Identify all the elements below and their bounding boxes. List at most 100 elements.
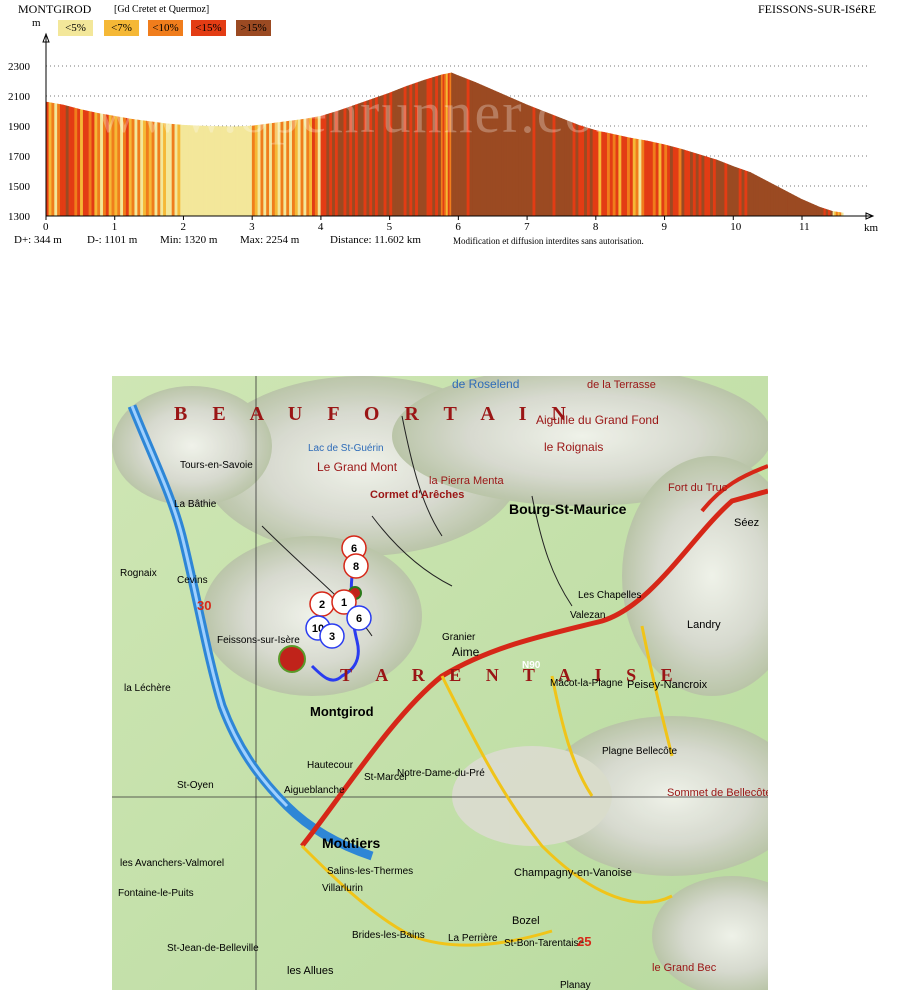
km-marker-label: 6: [356, 613, 362, 625]
map-place-label: Moûtiers: [322, 835, 381, 851]
y-tick-label: 2300: [8, 61, 31, 73]
profile-slice: [781, 188, 786, 217]
profile-slice: [721, 161, 725, 217]
km-marker-label: 1: [341, 597, 347, 609]
profile-slice: [647, 140, 651, 217]
map-place-label: Fontaine-le-Puits: [118, 888, 194, 899]
profile-slice: [612, 133, 617, 217]
profile-slice: [767, 181, 771, 217]
profile-slice: [644, 140, 648, 217]
profile-slice: [804, 200, 809, 217]
profile-slice: [621, 135, 625, 217]
x-tick-label: 11: [799, 221, 810, 233]
profile-slice: [821, 207, 825, 217]
map-place-label: Montgirod: [310, 704, 374, 719]
stat-distance: Distance: 11.602 km: [330, 234, 421, 246]
profile-slice: [80, 109, 84, 217]
profile-slice: [675, 147, 680, 217]
profile-slice: [695, 153, 700, 217]
profile-slice: [747, 171, 751, 217]
profile-slice: [71, 106, 75, 217]
x-tick-label: 7: [524, 221, 530, 233]
map-place-label: Notre-Dame-du-Pré: [397, 768, 485, 779]
map-place-label: Hautecour: [307, 760, 354, 771]
profile-slice: [764, 179, 768, 217]
y-tick-label: 1900: [8, 121, 31, 133]
profile-slice: [82, 109, 87, 217]
map-place-label: le Roignais: [544, 440, 603, 454]
profile-slice: [795, 196, 800, 217]
map-place-label: Lac de St-Guérin: [308, 443, 384, 454]
profile-slice: [741, 169, 746, 217]
profile-slice: [730, 164, 734, 217]
profile-slice: [727, 163, 731, 217]
x-tick-label: 1: [112, 221, 118, 233]
x-tick-label: 10: [730, 221, 742, 233]
x-tick-label: 0: [43, 221, 49, 233]
profile-slice: [615, 134, 620, 217]
y-tick-label: 1500: [8, 181, 31, 193]
profile-slice: [813, 204, 817, 217]
profile-slice: [823, 208, 827, 217]
elevation-profile-chart: 130015001700190021002300www.openrunner.c…: [8, 32, 879, 234]
map-place-label: Aime: [452, 645, 480, 659]
map-place-label: Tours-en-Savoie: [180, 460, 253, 471]
profile-slice: [750, 172, 754, 217]
map-place-label: Sommet de Bellecôte: [667, 787, 768, 799]
profile-slice: [672, 146, 677, 217]
map-place-label: Valezan: [570, 610, 605, 621]
profile-slice: [710, 157, 714, 217]
map-place-label: Séez: [734, 517, 759, 529]
topographic-map[interactable]: 6 8 2 1 6 10 3 B E A U F O R T A I NT A R E N …: [112, 376, 768, 990]
profile-slice: [60, 104, 64, 217]
map-place-label: N90: [522, 660, 541, 671]
x-tick-label: 3: [249, 221, 255, 233]
map-place-label: Champagny-en-Vanoise: [514, 867, 632, 879]
profile-slice: [624, 136, 628, 217]
map-place-label: le Grand Bec: [652, 962, 717, 974]
profile-slice: [629, 137, 634, 217]
map-place-label: Bozel: [512, 915, 540, 927]
profile-slice: [744, 170, 748, 217]
x-tick-label: 9: [662, 221, 668, 233]
map-place-label: Fort du Truc: [668, 482, 728, 494]
map-place-label: de la Terrasse: [587, 379, 656, 391]
profile-slice: [761, 178, 766, 217]
stat-d-plus: D+: 344 m: [14, 234, 62, 246]
map-place-label: Le Grand Mont: [317, 460, 398, 474]
profile-slice: [692, 152, 697, 217]
profile-slice: [715, 159, 720, 217]
km-marker-label: 3: [329, 631, 335, 643]
profile-slice: [701, 154, 705, 217]
map-place-label: Aiguille du Grand Fond: [536, 413, 659, 427]
profile-slice: [810, 202, 814, 217]
y-tick-label: 2100: [8, 91, 31, 103]
profile-slice: [724, 162, 728, 217]
profile-slice: [778, 187, 783, 217]
start-marker[interactable]: [278, 645, 306, 673]
map-place-label: La Bâthie: [174, 499, 217, 510]
profile-slice: [678, 148, 683, 217]
profile-slice: [684, 149, 688, 217]
profile-slice: [732, 166, 737, 217]
profile-slice: [793, 194, 797, 217]
profile-slice: [655, 142, 660, 217]
profile-slice: [690, 151, 694, 217]
map-place-label: 30: [197, 598, 211, 613]
x-unit-label: km: [864, 222, 879, 234]
profile-slice: [775, 185, 780, 217]
profile-slice: [618, 135, 622, 217]
profile-slice: [51, 102, 55, 217]
x-tick-label: 2: [180, 221, 186, 233]
profile-slice: [718, 160, 723, 217]
profile-slice: [609, 133, 614, 217]
map-place-label: La Perrière: [448, 933, 498, 944]
profile-slice: [807, 201, 811, 217]
profile-slice: [627, 137, 631, 217]
profile-slice: [669, 145, 674, 217]
profile-slice: [632, 138, 637, 217]
profile-slice: [687, 150, 691, 217]
km-marker-label: 6: [351, 543, 357, 555]
map-place-label: Brides-les-Bains: [352, 930, 425, 941]
profile-slice: [828, 209, 831, 217]
